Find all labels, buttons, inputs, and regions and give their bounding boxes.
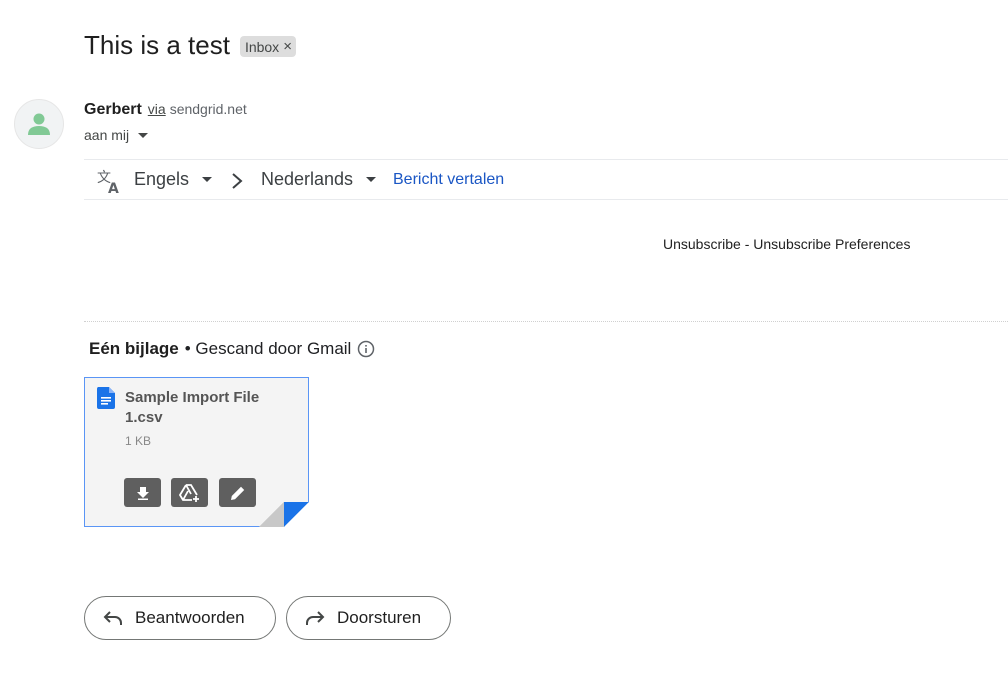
remove-label-icon[interactable]: × [283,38,292,55]
source-language-label: Engels [134,169,190,189]
dropdown-arrow-icon [366,177,377,182]
info-icon[interactable] [357,340,375,358]
attachments-header: Eén bijlage • Gescand door Gmail [89,339,375,359]
inbox-label-chip[interactable]: Inbox × [239,36,296,57]
forward-button[interactable]: Doorsturen [286,596,451,640]
unsubscribe-separator: - [740,236,754,252]
recipient-label: aan mij [84,127,130,143]
sender-row: Gerbert via sendgrid.net [84,101,247,119]
attachment-count: Eén bijlage [89,339,179,358]
download-icon [136,486,149,500]
translate-message-link[interactable]: Bericht vertalen [393,171,504,189]
translate-bar: 文 A Engels Nederlands Bericht vertalen [84,159,1008,200]
label-text: Inbox [244,38,280,55]
google-docs-icon [96,387,115,409]
add-to-drive-button[interactable] [171,478,208,507]
reply-button[interactable]: Beantwoorden [84,596,276,640]
sender-avatar[interactable] [14,99,64,149]
target-language-label: Nederlands [261,169,354,189]
unsubscribe-footer: Unsubscribe - Unsubscribe Preferences [663,236,910,252]
download-button[interactable] [124,478,161,507]
subject-row: This is a test Inbox × [84,30,296,61]
forward-button-label: Doorsturen [337,608,422,627]
recipient-row: aan mij [84,127,149,143]
source-language-select[interactable]: Engels [134,169,213,190]
sender-name[interactable]: Gerbert [84,101,142,119]
add-to-drive-icon [178,483,199,502]
target-language-select[interactable]: Nederlands [261,169,377,190]
email-subject: This is a test [84,30,230,60]
scanned-by-gmail-label: • Gescand door Gmail [184,339,352,358]
card-corner-fold [259,502,309,527]
sender-via-link[interactable]: via [148,101,166,117]
edit-icon [230,486,244,500]
translate-icon: 文 A [97,170,119,194]
attachments-divider [84,321,1008,322]
attachment-size: 1 KB [125,434,152,448]
show-details-chevron-icon[interactable] [138,132,149,138]
chevron-right-icon [232,173,243,189]
svg-text:A: A [108,181,119,194]
edit-button[interactable] [219,478,256,507]
person-icon [28,113,50,135]
email-view: This is a test Inbox × Gerbert via sendg… [0,0,1008,698]
attachment-card[interactable]: Sample Import File 1.csv 1 KB [84,377,309,527]
unsubscribe-link[interactable]: Unsubscribe [663,236,741,252]
reply-button-label: Beantwoorden [135,608,245,627]
dropdown-arrow-icon [202,177,213,182]
unsubscribe-preferences-link[interactable]: Unsubscribe Preferences [753,236,910,252]
sender-domain: sendgrid.net [169,101,247,117]
forward-icon [306,611,325,625]
attachment-filename: Sample Import File 1.csv [125,389,260,426]
reply-icon [103,611,122,625]
